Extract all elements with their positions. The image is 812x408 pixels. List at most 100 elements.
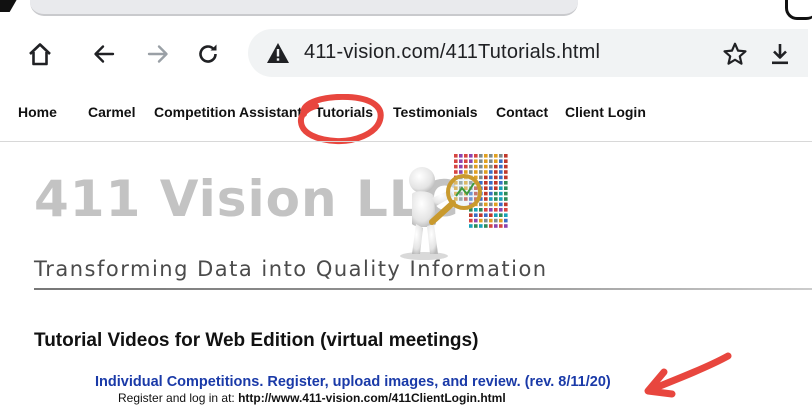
mosaic-tile	[504, 175, 508, 180]
mosaic-tile	[479, 159, 483, 163]
mosaic-tile	[484, 208, 488, 212]
mosaic-tile	[499, 197, 503, 201]
tutorial-video-link[interactable]: Individual Competitions. Register, uploa…	[95, 374, 611, 390]
mosaic-tile	[489, 197, 493, 201]
mosaic-tile	[479, 154, 483, 158]
mosaic-tile	[494, 154, 498, 158]
mosaic-tile	[489, 159, 493, 163]
home-icon	[29, 43, 51, 66]
nav-contact[interactable]: Contact	[496, 104, 548, 120]
mosaic-tile	[484, 170, 488, 174]
mosaic-tile	[489, 170, 493, 174]
star-icon[interactable]	[722, 41, 748, 67]
mosaic-tile	[494, 218, 498, 223]
mosaic-tile	[484, 202, 488, 207]
mosaic-tile	[494, 164, 498, 169]
nav-client-login[interactable]: Client Login	[565, 104, 646, 120]
mosaic-tile	[469, 218, 473, 223]
mosaic-tile	[504, 208, 508, 212]
mosaic-tile	[484, 186, 488, 190]
mosaic-tile	[454, 170, 458, 174]
reload-button[interactable]	[188, 34, 228, 74]
mosaic-tile	[504, 224, 508, 228]
mosaic-tile	[474, 213, 478, 217]
mosaic-tile	[489, 218, 493, 223]
mosaic-tile	[489, 154, 493, 158]
mosaic-tile	[469, 224, 473, 228]
mosaic-tile	[489, 191, 493, 196]
mosaic-tile	[494, 208, 498, 212]
mosaic-tile	[484, 181, 488, 185]
mosaic-tile	[474, 159, 478, 163]
mosaic-tile	[489, 213, 493, 217]
nav-tutorials[interactable]: Tutorials	[315, 104, 373, 120]
mosaic-tile	[494, 202, 498, 207]
mosaic-tile	[479, 164, 483, 169]
mosaic-tile	[474, 218, 478, 223]
mosaic-tile	[479, 213, 483, 217]
mosaic-tile	[489, 175, 493, 180]
mosaic-tile	[484, 218, 488, 223]
tab-strip	[0, 0, 812, 20]
nav-testimonials[interactable]: Testimonials	[393, 104, 478, 120]
register-url[interactable]: http://www.411-vision.com/411ClientLogin…	[238, 391, 506, 405]
mosaic-tile	[474, 224, 478, 228]
mosaic-tile	[504, 159, 508, 163]
mosaic-tile	[474, 208, 478, 212]
register-instructions: Register and log in at: http://www.411-v…	[118, 391, 506, 405]
mosaic-tile	[499, 224, 503, 228]
forward-button[interactable]	[138, 34, 178, 74]
reload-icon	[199, 44, 217, 63]
mosaic-tile	[484, 164, 488, 169]
mosaic-tile	[499, 154, 503, 158]
mosaic-tile	[474, 154, 478, 158]
home-button[interactable]	[20, 34, 60, 74]
mosaic-tile	[464, 170, 468, 174]
mosaic-tile	[464, 154, 468, 158]
mosaic-tile	[504, 191, 508, 196]
nav-competition-assistant[interactable]: Competition Assistant	[154, 104, 302, 120]
nav-home[interactable]: Home	[18, 104, 57, 120]
warning-icon[interactable]	[266, 42, 290, 64]
nav-carmel[interactable]: Carmel	[88, 104, 135, 120]
nav-divider	[0, 141, 812, 142]
mosaic-tile	[499, 213, 503, 217]
register-prefix: Register and log in at:	[118, 391, 239, 405]
mosaic-tile	[479, 175, 483, 180]
mosaic-tile	[459, 154, 463, 158]
mosaic-tile	[499, 218, 503, 223]
mosaic-tile	[484, 175, 488, 180]
mosaic-tile	[504, 218, 508, 223]
address-bar[interactable]: 411-vision.com/411Tutorials.html	[248, 29, 808, 77]
mosaic-tile	[499, 208, 503, 212]
mosaic-tile	[504, 186, 508, 190]
mosaic-tile	[464, 159, 468, 163]
mosaic-tile	[469, 164, 473, 169]
mosaic-tile	[479, 224, 483, 228]
mosaic-tile	[494, 197, 498, 201]
mosaic-tile	[504, 170, 508, 174]
mosaic-tile	[474, 170, 478, 174]
mosaic-tile	[494, 186, 498, 190]
download-icon[interactable]	[768, 41, 792, 67]
mosaic-tile	[484, 159, 488, 163]
url-text[interactable]: 411-vision.com/411Tutorials.html	[304, 41, 600, 64]
mosaic-tile	[499, 175, 503, 180]
mosaic-tile	[454, 154, 458, 158]
mosaic-tile	[499, 170, 503, 174]
back-button[interactable]	[84, 34, 124, 74]
mosaic-tile	[494, 213, 498, 217]
section-title: Tutorial Videos for Web Edition (virtual…	[34, 330, 479, 351]
mosaic-tile	[464, 164, 468, 169]
mosaic-tile	[479, 208, 483, 212]
mosaic-tile	[504, 181, 508, 185]
tab-edge-right	[785, 0, 812, 20]
mosaic-tile	[494, 224, 498, 228]
mosaic-tile	[484, 191, 488, 196]
mosaic-tile	[479, 170, 483, 174]
mosaic-tile	[469, 170, 473, 174]
mosaic-tile	[489, 186, 493, 190]
mosaic-tile	[469, 154, 473, 158]
active-tab[interactable]	[30, 0, 578, 16]
mosaic-tile	[504, 154, 508, 158]
